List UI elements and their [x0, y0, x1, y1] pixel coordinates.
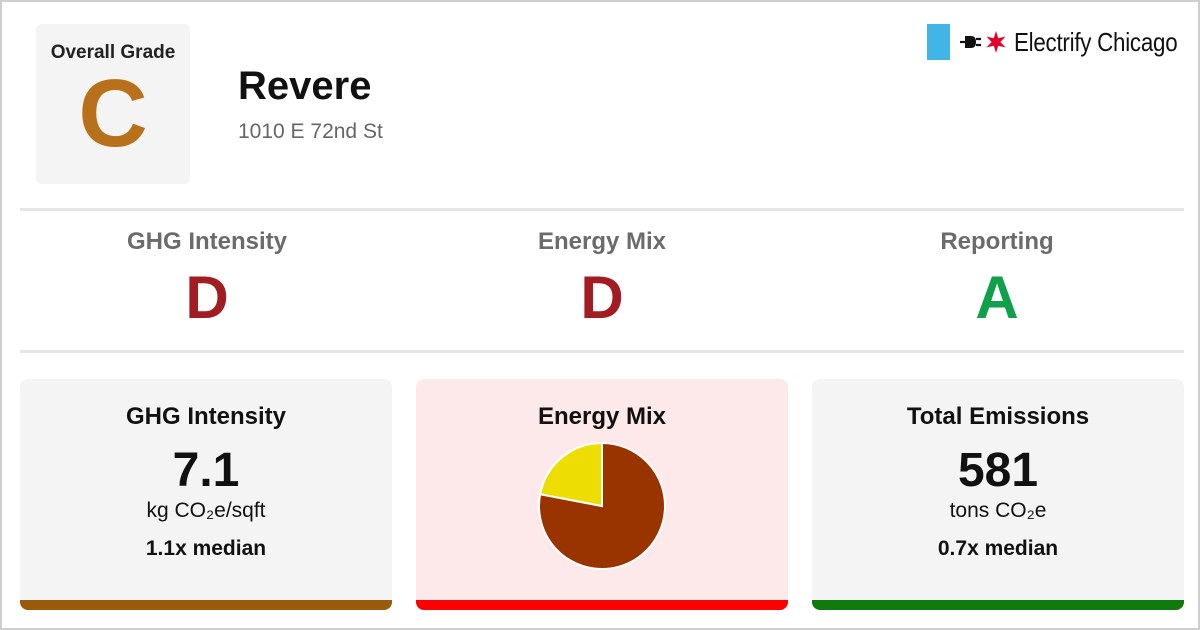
subgrade-title: Energy Mix — [537, 228, 667, 255]
energy-mix-card: Energy Mix — [416, 379, 788, 610]
card-frame: Overall Grade C Revere 1010 E 72nd St El… — [0, 0, 1200, 630]
subgrade-title: GHG Intensity — [126, 228, 288, 255]
brand-logo[interactable]: Electrify Chicago — [927, 24, 1178, 60]
subgrade-letter: A — [975, 264, 1019, 331]
card-status-bar — [812, 600, 1184, 610]
ghg-intensity-unit: kg CO₂e/sqft — [146, 499, 266, 522]
subgrade-ghg-intensity: GHG Intensity D — [17, 228, 397, 330]
ghg-intensity-card: GHG Intensity 7.1 kg CO₂e/sqft 1.1x medi… — [20, 379, 392, 610]
card-status-bar — [20, 600, 392, 610]
subgrade-letter: D — [185, 264, 229, 331]
total-emissions-value: 581 — [957, 444, 1039, 497]
total-emissions-median: 0.7x median — [937, 537, 1059, 560]
flag-icon — [927, 24, 950, 60]
total-emissions-unit: tons CO₂e — [949, 499, 1047, 522]
card-title: Total Emissions — [906, 403, 1090, 430]
card-status-bar — [416, 600, 788, 610]
divider-top — [20, 208, 1184, 211]
building-name: Revere — [238, 64, 372, 108]
card-title: Energy Mix — [537, 403, 667, 430]
brand-name: Electrify Chicago — [1014, 26, 1178, 57]
pie-slice-1 — [538, 441, 603, 508]
subgrade-title: Reporting — [940, 228, 1054, 255]
subgrade-letter: D — [580, 264, 624, 331]
ghg-intensity-value: 7.1 — [172, 444, 240, 497]
plug-icon — [960, 36, 981, 48]
divider-bottom — [20, 350, 1184, 353]
overall-grade-letter: C — [78, 60, 148, 167]
total-emissions-card: Total Emissions 581 tons CO₂e 0.7x media… — [812, 379, 1184, 610]
star-icon — [986, 31, 1006, 53]
card-title: GHG Intensity — [125, 403, 287, 430]
energy-mix-pie-chart — [538, 441, 666, 570]
building-address: 1010 E 72nd St — [238, 120, 383, 143]
subgrade-energy-mix: Energy Mix D — [412, 228, 792, 330]
subgrade-reporting: Reporting A — [807, 228, 1187, 330]
overall-grade-box: Overall Grade C — [36, 24, 190, 184]
ghg-intensity-median: 1.1x median — [145, 537, 267, 560]
